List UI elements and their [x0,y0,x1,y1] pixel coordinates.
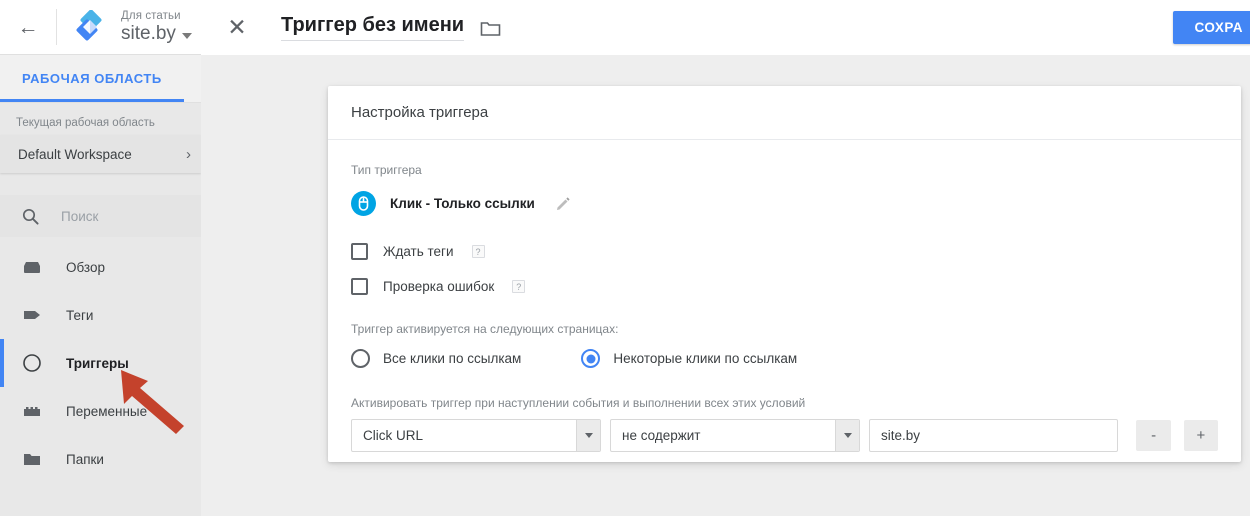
sidebar-item-label: Переменные [66,403,148,419]
sidebar-item-folders[interactable]: Папки [0,435,201,483]
trigger-type-label: Тип триггера [351,163,422,177]
radio-some-clicks-control[interactable] [581,349,601,368]
card-header: Настройка триггера [328,86,1241,140]
radio-some-clicks-label: Некоторые клики по ссылкам [613,351,798,366]
variables-icon [22,401,42,421]
condition-row: Click URL не содержит - + [351,419,1218,452]
wait-for-tags-checkbox-row[interactable]: Ждать теги ? [351,243,1218,260]
workspace-selector[interactable]: Default Workspace › [0,135,201,173]
help-icon[interactable]: ? [512,280,526,293]
sidebar-item-label: Триггеры [66,355,129,371]
check-validation-checkbox[interactable] [351,278,368,295]
radio-all-clicks-control[interactable] [351,349,370,368]
page-title[interactable]: Триггер без имени [281,14,465,41]
search-icon [22,208,39,225]
add-condition-button[interactable]: + [1183,420,1218,451]
help-icon[interactable]: ? [471,245,485,258]
trigger-icon [22,353,42,373]
folder-icon[interactable] [480,20,501,36]
brand-block: Для статьи site.by [57,9,192,45]
check-validation-label: Проверка ошибок [383,279,495,294]
condition-value-input[interactable] [869,419,1119,452]
folder-icon [22,449,42,469]
radio-some-clicks[interactable]: Некоторые клики по ссылкам [581,349,797,368]
search-placeholder: Поиск [61,208,99,224]
sidebar-item-tags[interactable]: Теги [0,291,201,339]
sidebar-item-label: Теги [66,307,94,323]
container-name: site.by [121,23,176,44]
trigger-configuration-card: Настройка триггера Тип триггера Клик - Т… [328,86,1241,462]
chevron-down-icon[interactable] [835,420,859,451]
chevron-down-icon[interactable] [576,420,600,451]
app-root: ← Для статьи site.by РАБОЧАЯ ОБЛАСТЬ Тек… [0,0,1250,516]
sidebar-nav-list: Обзор Теги Триггеры Переменные Папки [0,243,201,483]
condition-operator-value: не содержит [622,428,701,443]
sidebar: Текущая рабочая область Default Workspac… [0,103,201,516]
condition-variable-value: Click URL [363,428,424,443]
radio-all-clicks[interactable]: Все клики по ссылкам [351,349,521,368]
condition-operator-select[interactable]: не содержит [610,419,860,452]
back-button[interactable]: ← [0,0,56,55]
tab-workspace[interactable]: РАБОЧАЯ ОБЛАСТЬ [0,55,184,102]
close-button[interactable]: ✕ [209,0,265,55]
sidebar-item-overview[interactable]: Обзор [0,243,201,291]
trigger-editor-overlay: ✕ Триггер без имени СОХРА Настройка триг… [201,0,1250,516]
card-body: Тип триггера Клик - Только ссылки Ждать … [328,140,1241,452]
workspace-name: Default Workspace [18,146,132,162]
chevron-right-icon: › [186,145,191,163]
close-icon: ✕ [227,14,247,40]
back-arrow-icon: ← [17,15,39,39]
mouse-click-icon [351,191,376,216]
title-area: Триггер без имени [281,14,501,41]
overlay-header: ✕ Триггер без имени СОХРА [201,0,1250,55]
remove-condition-button[interactable]: - [1136,420,1171,451]
tag-icon [22,305,42,325]
sidebar-item-triggers[interactable]: Триггеры [0,339,201,387]
check-validation-checkbox-row[interactable]: Проверка ошибок ? [351,278,1218,295]
wait-for-tags-checkbox[interactable] [351,243,368,260]
condition-label: Активировать триггер при наступлении соб… [351,396,806,410]
overview-icon [22,257,42,277]
card-title: Настройка триггера [351,104,489,121]
fire-on-radio-group: Все клики по ссылкам Некоторые клики по … [351,349,1218,368]
save-button[interactable]: СОХРА [1172,11,1250,44]
condition-variable-select[interactable]: Click URL [351,419,601,452]
fire-on-label: Триггер активируется на следующих страни… [351,322,619,336]
account-block[interactable]: Для статьи site.by [121,9,192,45]
pencil-icon[interactable] [555,196,571,212]
container-row[interactable]: site.by [121,23,192,45]
search-input[interactable]: Поиск [0,195,201,237]
sidebar-item-label: Обзор [66,259,105,275]
wait-for-tags-label: Ждать теги [383,244,454,259]
chevron-down-icon[interactable] [181,32,192,39]
trigger-type-row[interactable]: Клик - Только ссылки [351,191,1218,216]
trigger-type-name: Клик - Только ссылки [390,196,535,211]
sidebar-item-label: Папки [66,451,104,467]
workspace-section-label: Текущая рабочая область [16,117,155,129]
gtm-logo-icon [73,9,107,44]
radio-all-clicks-label: Все клики по ссылкам [383,351,522,366]
account-label: Для статьи [121,10,181,22]
sidebar-item-variables[interactable]: Переменные [0,387,201,435]
tab-workspace-label: РАБОЧАЯ ОБЛАСТЬ [22,71,162,86]
